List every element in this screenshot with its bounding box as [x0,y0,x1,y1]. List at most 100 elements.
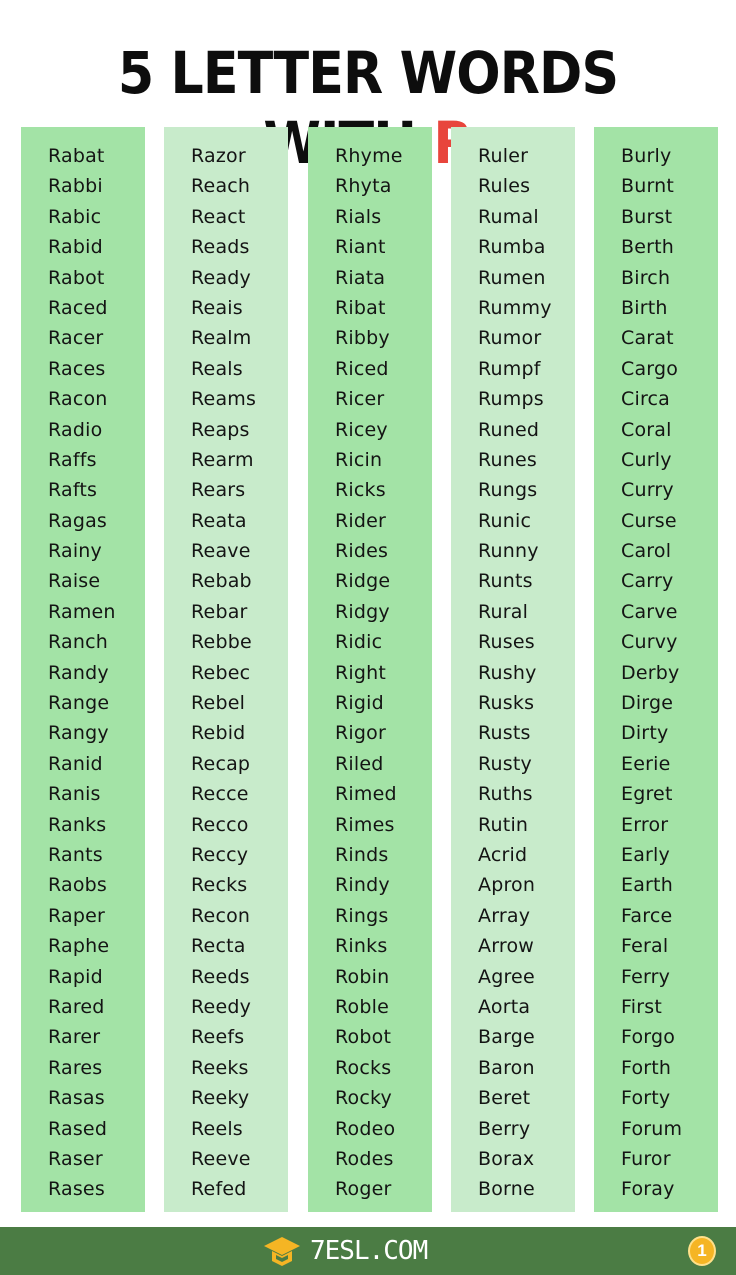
page-number-badge: 1 [688,1236,716,1266]
word-item: Runed [478,418,540,441]
word-item: Berth [621,236,675,259]
word-item: Rebel [191,692,246,715]
word-item: Burnt [621,175,675,198]
word-item: Foray [621,1178,675,1201]
word-item: Rumal [478,205,539,228]
word-item: Rules [478,175,531,198]
word-item: Rhyta [335,175,392,198]
word-item: Curly [621,448,672,471]
word-item: Rumor [478,327,542,350]
word-item: Egret [621,783,673,806]
word-item: Ribby [335,327,390,350]
word-item: Rebbe [191,631,252,654]
word-item: Early [621,843,670,866]
brand-logo[interactable]: 7ESL.COM [262,1235,428,1267]
word-item: Carol [621,540,672,563]
word-item: Rasas [48,1087,105,1110]
word-column-2: Razor Reach React Reads Ready Reais Realm Reals… [164,127,288,1212]
word-item: Raser [48,1147,103,1170]
word-item: Roger [335,1178,392,1201]
word-item: Rusts [478,722,531,745]
word-item: Realm [191,327,252,350]
word-item: Curry [621,479,674,502]
word-item: Circa [621,388,671,411]
word-item: Razor [191,145,246,167]
word-item: Rabot [48,266,105,289]
word-item: Rafts [48,479,98,502]
word-item: Ranis [48,783,101,806]
word-item: Ricin [335,448,383,471]
word-item: Rushy [478,661,537,684]
word-item: Furor [621,1147,671,1170]
word-item: Birch [621,266,671,289]
word-item: Burly [621,145,672,167]
word-item: Ricks [335,479,386,502]
word-item: Ranks [48,813,107,836]
word-item: Rabid [48,236,103,259]
word-item: Runes [478,448,538,471]
word-item: Robin [335,965,390,988]
word-item: Reeks [191,1056,249,1079]
word-item: Rusty [478,752,532,775]
footer-bar: 7ESL.COM 1 [0,1227,736,1275]
word-item: Reals [191,357,243,380]
word-item: Rimes [335,813,395,836]
word-item: Dirge [621,692,674,715]
word-item: Berry [478,1117,531,1140]
word-item: Ricey [335,418,388,441]
word-item: Ridic [335,631,383,654]
word-item: Rigid [335,692,384,715]
word-item: Raper [48,904,105,927]
word-item: Feral [621,935,669,958]
word-item: Forgo [621,1026,676,1049]
word-item: Reach [191,175,251,198]
word-item: Raphe [48,935,110,958]
word-item: Ramen [48,600,116,623]
word-item: Rusks [478,692,535,715]
word-item: Rabbi [48,175,103,198]
word-item: Aorta [478,995,531,1018]
word-item: Reams [191,388,257,411]
word-item: Rials [335,205,382,228]
word-item: Robot [335,1026,392,1049]
word-item: Derby [621,661,680,684]
word-column-5: Burly Burnt Burst Berth Birch Birth Carat Cargo… [594,127,718,1212]
word-item: Rapid [48,965,103,988]
word-item: Reels [191,1117,243,1140]
word-item: Reeky [191,1087,250,1110]
word-item: Rants [48,843,103,866]
word-item: Reccy [191,843,249,866]
word-item: Rases [48,1178,105,1201]
word-item: Birth [621,296,668,319]
word-item: Rarer [48,1026,101,1049]
word-item: Rinks [335,935,388,958]
word-item: Reedy [191,995,252,1018]
word-item: Farce [621,904,673,927]
word-item: Baron [478,1056,535,1079]
word-item: Array [478,904,531,927]
word-item: Ranch [48,631,108,654]
word-item: Riled [335,752,384,775]
word-item: Raise [48,570,101,593]
word-item: Acrid [478,843,528,866]
word-item: Rutin [478,813,529,836]
word-item: Ridge [335,570,391,593]
word-item: Right [335,661,387,684]
word-item: Ruler [478,145,529,167]
word-item: Eerie [621,752,671,775]
word-item: Curvy [621,631,678,654]
word-item: Ranid [48,752,103,775]
word-item: Borne [478,1178,535,1201]
word-item: Rindy [335,874,390,897]
word-item: Carry [621,570,674,593]
brand-name: 7ESL.COM [310,1236,428,1266]
word-item: Forty [621,1087,671,1110]
word-item: Rider [335,509,387,532]
word-item: Rinds [335,843,389,866]
word-item: Runts [478,570,533,593]
word-item: Rangy [48,722,109,745]
word-column-3: Rhyme Rhyta Rials Riant Riata Ribat Ribby Riced… [308,127,432,1212]
word-item: Range [48,692,110,715]
word-item: Rhyme [335,145,403,167]
word-item: Rodes [335,1147,394,1170]
